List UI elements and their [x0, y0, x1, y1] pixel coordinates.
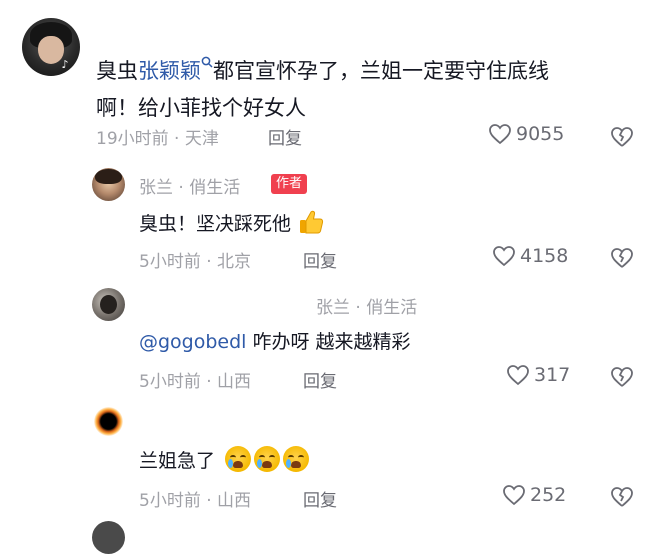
reply-avatar[interactable] [92, 168, 125, 201]
tiktok-badge-icon: ♪ [61, 58, 69, 71]
like-count: 4158 [520, 245, 569, 267]
like-button[interactable]: 9055 [488, 123, 564, 145]
crying-emoji [283, 446, 310, 472]
reply-avatar[interactable] [92, 405, 125, 438]
like-count: 252 [530, 484, 567, 506]
crying-emoji [254, 446, 281, 472]
thumbs-up-emoji [297, 208, 325, 236]
reply-avatar[interactable] [92, 288, 125, 321]
main-comment-text: 臭虫张颖颖 都官宣怀孕了，兰姐一定要守住底线 啊！给小菲找个好女人 [96, 46, 549, 127]
comment-text-line2: 啊！给小菲找个好女人 [96, 96, 306, 120]
like-button[interactable]: 252 [502, 484, 566, 506]
reply-meta: 5小时前 · 北京 [139, 252, 252, 272]
comment-meta: 19小时前 · 天津 [96, 129, 219, 149]
like-button[interactable]: 4158 [492, 245, 568, 267]
reply-button[interactable]: 回复 [303, 486, 337, 511]
reply-username[interactable]: 张兰 · 俏生活 [316, 293, 417, 318]
reply-text: 臭虫！坚决踩死他 [139, 208, 325, 236]
reply-username[interactable]: 张兰 · 俏生活 [139, 173, 240, 198]
reply-text: @gogobedl 咋办呀 越来越精彩 [139, 331, 411, 353]
like-button[interactable]: 317 [506, 364, 570, 386]
like-count: 9055 [516, 123, 565, 145]
reply-button[interactable]: 回复 [303, 367, 337, 392]
reply-avatar[interactable] [92, 521, 125, 554]
crying-emoji [225, 446, 252, 472]
mention-link[interactable]: 张颖颖 [138, 59, 201, 83]
reply-button[interactable]: 回复 [268, 124, 302, 149]
search-icon[interactable] [201, 46, 213, 83]
mention-link[interactable]: @gogobedl [139, 331, 246, 353]
reply-text: 兰姐急了 [139, 446, 312, 473]
broken-heart-icon[interactable] [610, 366, 634, 388]
reply-meta: 5小时前 · 山西 [139, 491, 252, 511]
heart-icon [502, 484, 526, 506]
comment-text-prefix: 臭虫 [96, 59, 138, 83]
heart-icon [488, 123, 512, 145]
author-badge: 作者 [271, 174, 308, 194]
like-count: 317 [534, 364, 571, 386]
reply-button[interactable]: 回复 [303, 247, 337, 272]
reply-meta: 5小时前 · 山西 [139, 372, 252, 392]
heart-icon [506, 364, 530, 386]
broken-heart-icon[interactable] [610, 486, 634, 508]
broken-heart-icon[interactable] [610, 126, 634, 148]
commenter-avatar[interactable]: ♪ [22, 18, 80, 76]
comment-text-suffix: 都官宣怀孕了，兰姐一定要守住底线 [213, 59, 549, 83]
heart-icon [492, 245, 516, 267]
broken-heart-icon[interactable] [610, 247, 634, 269]
